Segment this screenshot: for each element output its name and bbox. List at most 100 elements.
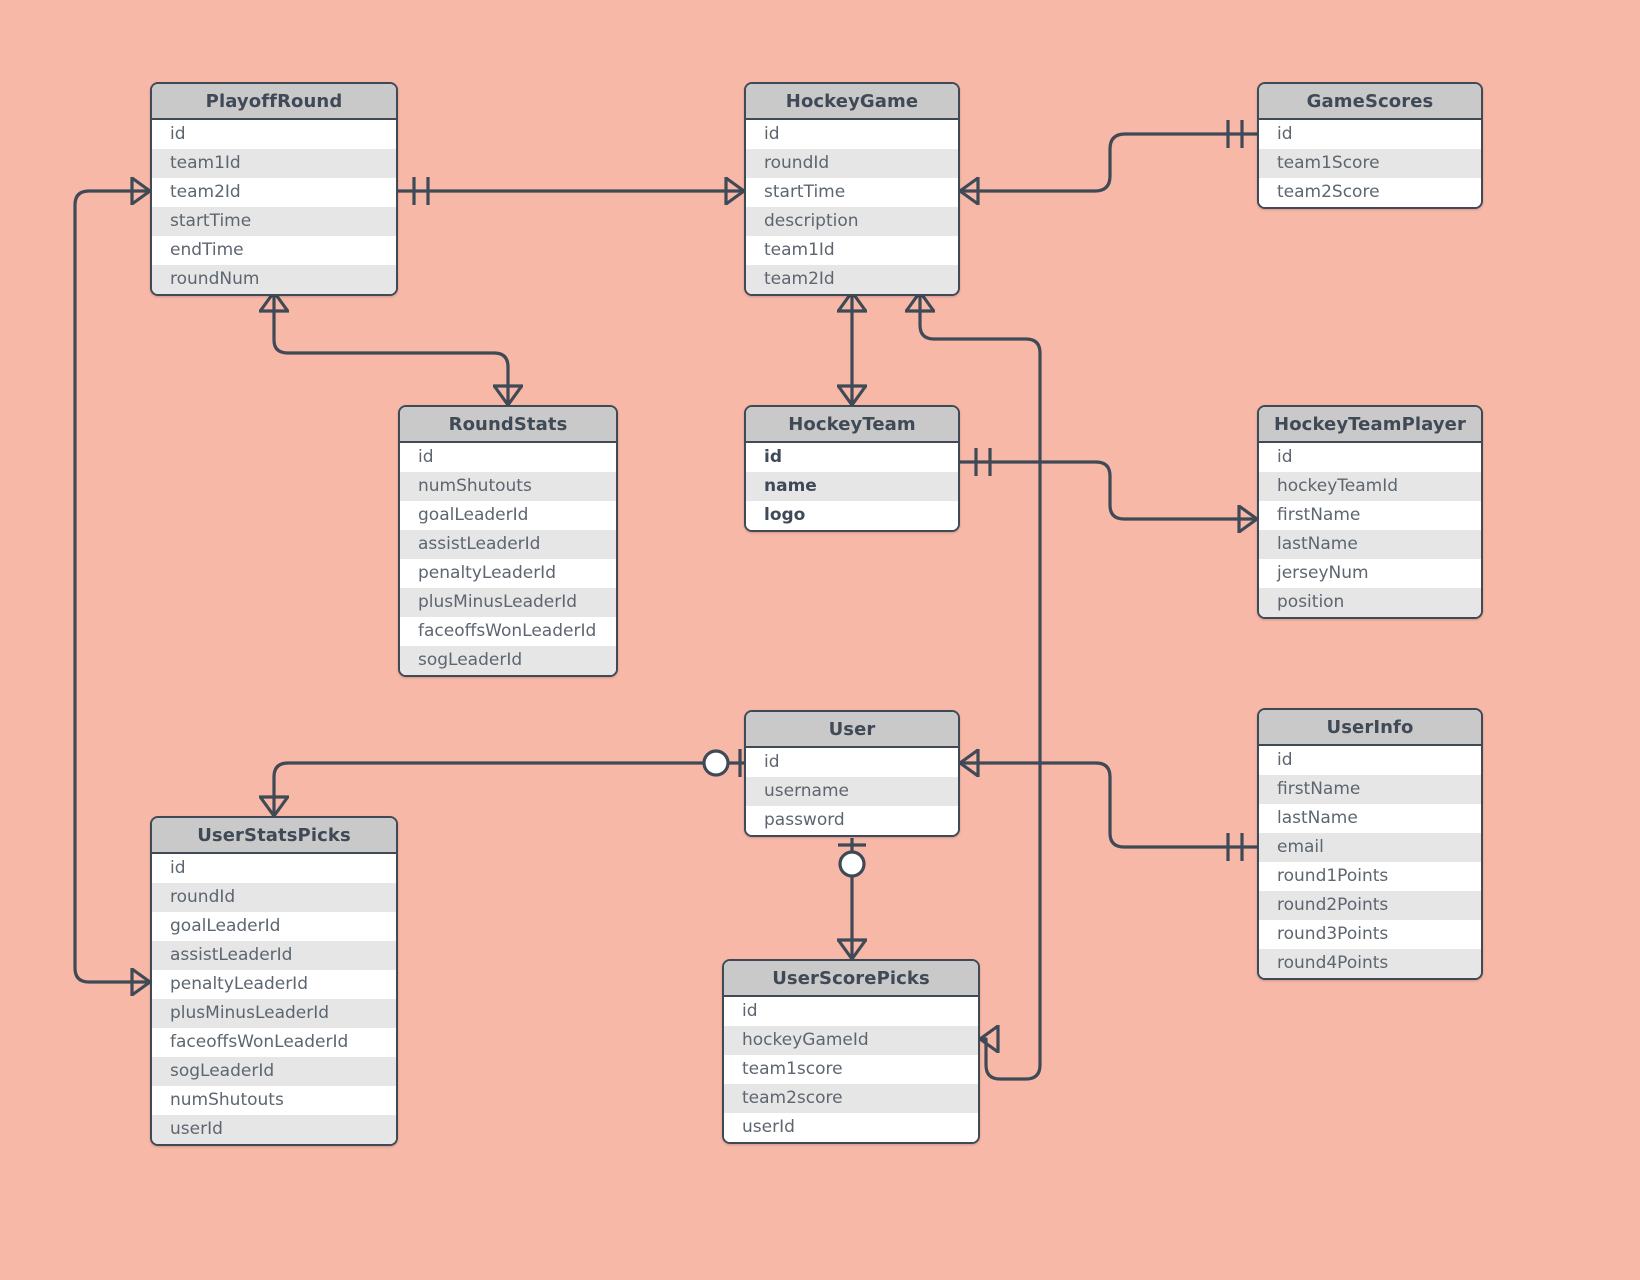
attribute-row[interactable]: name [746, 472, 958, 501]
attribute-row[interactable]: team2Score [1259, 178, 1481, 207]
attribute-row[interactable]: numShutouts [400, 472, 616, 501]
attribute-row[interactable]: team2Id [746, 265, 958, 294]
attribute-row[interactable]: round1Points [1259, 862, 1481, 891]
attribute-row[interactable]: round2Points [1259, 891, 1481, 920]
attribute-row[interactable]: hockeyGameId [724, 1026, 978, 1055]
entity-title: PlayoffRound [152, 84, 396, 120]
cardinality-zero-circle [702, 749, 730, 777]
attribute-row[interactable]: team1Id [746, 236, 958, 265]
attribute-row[interactable]: id [1259, 443, 1481, 472]
connector-hockeyteam-hockeyteamplayer [960, 460, 1257, 521]
attribute-row[interactable]: faceoffsWonLeaderId [400, 617, 616, 646]
attribute-row[interactable]: faceoffsWonLeaderId [152, 1028, 396, 1057]
entity-title: RoundStats [400, 407, 616, 443]
attribute-row[interactable]: roundId [746, 149, 958, 178]
entity-title: HockeyTeamPlayer [1259, 407, 1481, 443]
entity-gamescores[interactable]: GameScores id team1Score team2Score [1257, 82, 1483, 209]
attribute-row[interactable]: assistLeaderId [152, 941, 396, 970]
attribute-row[interactable]: startTime [746, 178, 958, 207]
cardinality-many [724, 176, 745, 206]
attribute-row[interactable]: username [746, 777, 958, 806]
attribute-row[interactable]: password [746, 806, 958, 835]
entity-hockeyteamplayer[interactable]: HockeyTeamPlayer id hockeyTeamId firstName l… [1257, 405, 1483, 619]
attribute-row[interactable]: team1score [724, 1055, 978, 1084]
entity-hockeyteam[interactable]: HockeyTeam id name logo [744, 405, 960, 532]
er-diagram-canvas: PlayoffRound id team1Id team2Id startTime end… [0, 0, 1640, 1280]
attribute-row[interactable]: numShutouts [152, 1086, 396, 1115]
cardinality-zero-circle [838, 850, 866, 878]
attribute-row[interactable]: jerseyNum [1259, 559, 1481, 588]
cardinality-many [837, 938, 867, 960]
entity-userscorepicks[interactable]: UserScorePicks id hockeyGameId team1score te… [722, 959, 980, 1144]
attribute-row[interactable]: id [724, 997, 978, 1026]
entity-title: HockeyTeam [746, 407, 958, 443]
cardinality-many [959, 748, 980, 778]
entity-title: User [746, 712, 958, 748]
entity-title: GameScores [1259, 84, 1481, 120]
entity-userinfo[interactable]: UserInfo id firstName lastName email round1Po… [1257, 708, 1483, 980]
connector-playoffround-userstatspicks [73, 189, 150, 984]
attribute-row[interactable]: assistLeaderId [400, 530, 616, 559]
attribute-row[interactable]: firstName [1259, 775, 1481, 804]
attribute-row[interactable]: lastName [1259, 530, 1481, 559]
attribute-row[interactable]: team1Id [152, 149, 396, 178]
attribute-row[interactable]: description [746, 207, 958, 236]
entity-playoffround[interactable]: PlayoffRound id team1Id team2Id startTime end… [150, 82, 398, 296]
cardinality-one-and-only-one [412, 177, 430, 205]
attribute-row[interactable]: firstName [1259, 501, 1481, 530]
attribute-row[interactable]: endTime [152, 236, 396, 265]
connector-user-userinfo [960, 761, 1257, 849]
cardinality-one-and-only-one [1226, 120, 1244, 148]
attribute-row[interactable]: penaltyLeaderId [152, 970, 396, 999]
attribute-row[interactable]: lastName [1259, 804, 1481, 833]
attribute-row[interactable]: id [1259, 120, 1481, 149]
attribute-row[interactable]: roundNum [152, 265, 396, 294]
attribute-row[interactable]: id [1259, 746, 1481, 775]
attribute-row[interactable]: id [746, 748, 958, 777]
entity-title: UserStatsPicks [152, 818, 396, 854]
attribute-row[interactable]: id [400, 443, 616, 472]
connector-hockeygame-gamescores [960, 132, 1257, 193]
attribute-row[interactable]: round3Points [1259, 920, 1481, 949]
attribute-row[interactable]: id [746, 120, 958, 149]
cardinality-many [1237, 504, 1258, 534]
entity-userstatspicks[interactable]: UserStatsPicks id roundId goalLeaderId assis… [150, 816, 398, 1146]
attribute-row[interactable]: userId [152, 1115, 396, 1144]
cardinality-one-and-only-one [974, 448, 992, 476]
attribute-row[interactable]: sogLeaderId [152, 1057, 396, 1086]
attribute-row[interactable]: hockeyTeamId [1259, 472, 1481, 501]
entity-user[interactable]: User id username password [744, 710, 960, 837]
attribute-row[interactable]: team1Score [1259, 149, 1481, 178]
cardinality-many [493, 384, 523, 406]
cardinality-many [130, 967, 151, 997]
cardinality-one-and-only-one [1226, 833, 1244, 861]
entity-hockeygame[interactable]: HockeyGame id roundId startTime description t… [744, 82, 960, 296]
entity-title: UserInfo [1259, 710, 1481, 746]
attribute-row[interactable]: plusMinusLeaderId [400, 588, 616, 617]
attribute-row[interactable]: email [1259, 833, 1481, 862]
attribute-row[interactable]: userId [724, 1113, 978, 1142]
entity-roundstats[interactable]: RoundStats id numShutouts goalLeaderId assis… [398, 405, 618, 677]
attribute-row[interactable]: id [152, 854, 396, 883]
attribute-row[interactable]: goalLeaderId [400, 501, 616, 530]
attribute-row[interactable]: round4Points [1259, 949, 1481, 978]
attribute-row[interactable]: id [152, 120, 396, 149]
cardinality-many [959, 176, 980, 206]
attribute-row[interactable]: team2Id [152, 178, 396, 207]
attribute-row[interactable]: team2score [724, 1084, 978, 1113]
attribute-row[interactable]: logo [746, 501, 958, 530]
attribute-row[interactable]: sogLeaderId [400, 646, 616, 675]
attribute-row[interactable]: roundId [152, 883, 396, 912]
cardinality-many [837, 384, 867, 406]
connector-playoffround-roundstats [272, 292, 510, 405]
cardinality-many [130, 176, 151, 206]
attribute-row[interactable]: plusMinusLeaderId [152, 999, 396, 1028]
attribute-row[interactable]: id [746, 443, 958, 472]
connector-user-userstatspicks [272, 761, 744, 816]
cardinality-many [259, 795, 289, 817]
attribute-row[interactable]: position [1259, 588, 1481, 617]
attribute-row[interactable]: penaltyLeaderId [400, 559, 616, 588]
cardinality-many [979, 1024, 1000, 1054]
attribute-row[interactable]: goalLeaderId [152, 912, 396, 941]
attribute-row[interactable]: startTime [152, 207, 396, 236]
